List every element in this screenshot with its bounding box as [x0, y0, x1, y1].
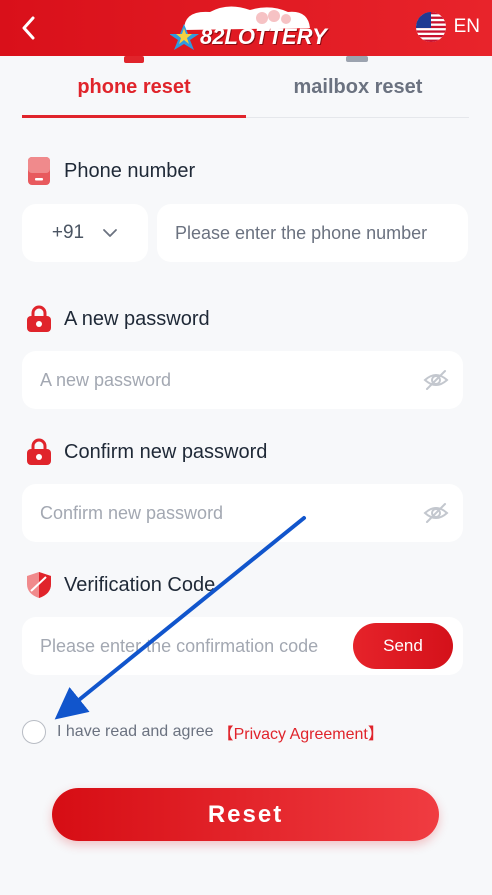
country-code-value: +91	[51, 222, 85, 243]
eye-off-icon[interactable]	[423, 368, 449, 392]
shield-icon	[27, 572, 51, 598]
tab-mailbox-reset[interactable]: mailbox reset	[246, 76, 470, 99]
new-password-placeholder: A new password	[40, 369, 172, 390]
reset-tabs: phone reset mailbox reset	[22, 56, 469, 118]
country-code-select[interactable]: +91	[22, 204, 148, 262]
verification-label-row: Verification Code	[26, 570, 215, 600]
back-button[interactable]	[14, 10, 44, 44]
reset-button[interactable]: Reset	[52, 788, 439, 841]
agreement-text: I have read and agree	[57, 723, 214, 740]
lock-icon	[27, 438, 51, 465]
eye-off-icon[interactable]	[423, 501, 449, 525]
chevron-left-icon	[22, 16, 35, 40]
top-header: 82LOTTERY EN	[0, 0, 492, 56]
verification-placeholder: Please enter the confirmation code	[40, 635, 319, 656]
mail-tab-icon	[346, 56, 368, 62]
new-password-label: A new password	[64, 307, 210, 330]
language-selector[interactable]: EN	[415, 12, 480, 42]
phone-number-label-row: Phone number	[26, 156, 195, 186]
confirm-password-placeholder: Confirm new password	[40, 502, 224, 523]
active-tab-indicator	[22, 115, 246, 118]
confirm-password-input[interactable]: Confirm new password	[22, 484, 463, 542]
new-password-input[interactable]: A new password	[22, 351, 463, 409]
new-password-label-row: A new password	[26, 304, 210, 334]
verification-code-input[interactable]: Please enter the confirmation code Send	[22, 617, 463, 675]
logo-text: 82LOTTERY	[200, 24, 327, 49]
chevron-down-icon	[103, 229, 118, 237]
phone-input[interactable]: Please enter the phone number	[157, 204, 468, 262]
agreement-row: I have read and agree 【Privacy Agreement…	[22, 720, 384, 744]
tab-phone-reset[interactable]: phone reset	[22, 76, 246, 99]
phone-tab-icon	[124, 56, 144, 63]
confirm-password-label: Confirm new password	[64, 440, 268, 463]
phone-icon	[28, 157, 50, 185]
language-label: EN	[453, 16, 480, 37]
phone-number-label: Phone number	[64, 159, 196, 182]
app-logo: 82LOTTERY	[169, 4, 327, 52]
privacy-agreement-link[interactable]: 【Privacy Agreement】	[218, 720, 384, 744]
verification-label: Verification Code	[64, 573, 216, 596]
confirm-password-label-row: Confirm new password	[26, 437, 267, 467]
phone-input-placeholder: Please enter the phone number	[175, 222, 428, 243]
agree-checkbox[interactable]	[22, 720, 46, 744]
us-flag-icon	[415, 12, 446, 42]
lock-icon	[27, 305, 51, 332]
send-code-button[interactable]: Send	[353, 623, 453, 669]
